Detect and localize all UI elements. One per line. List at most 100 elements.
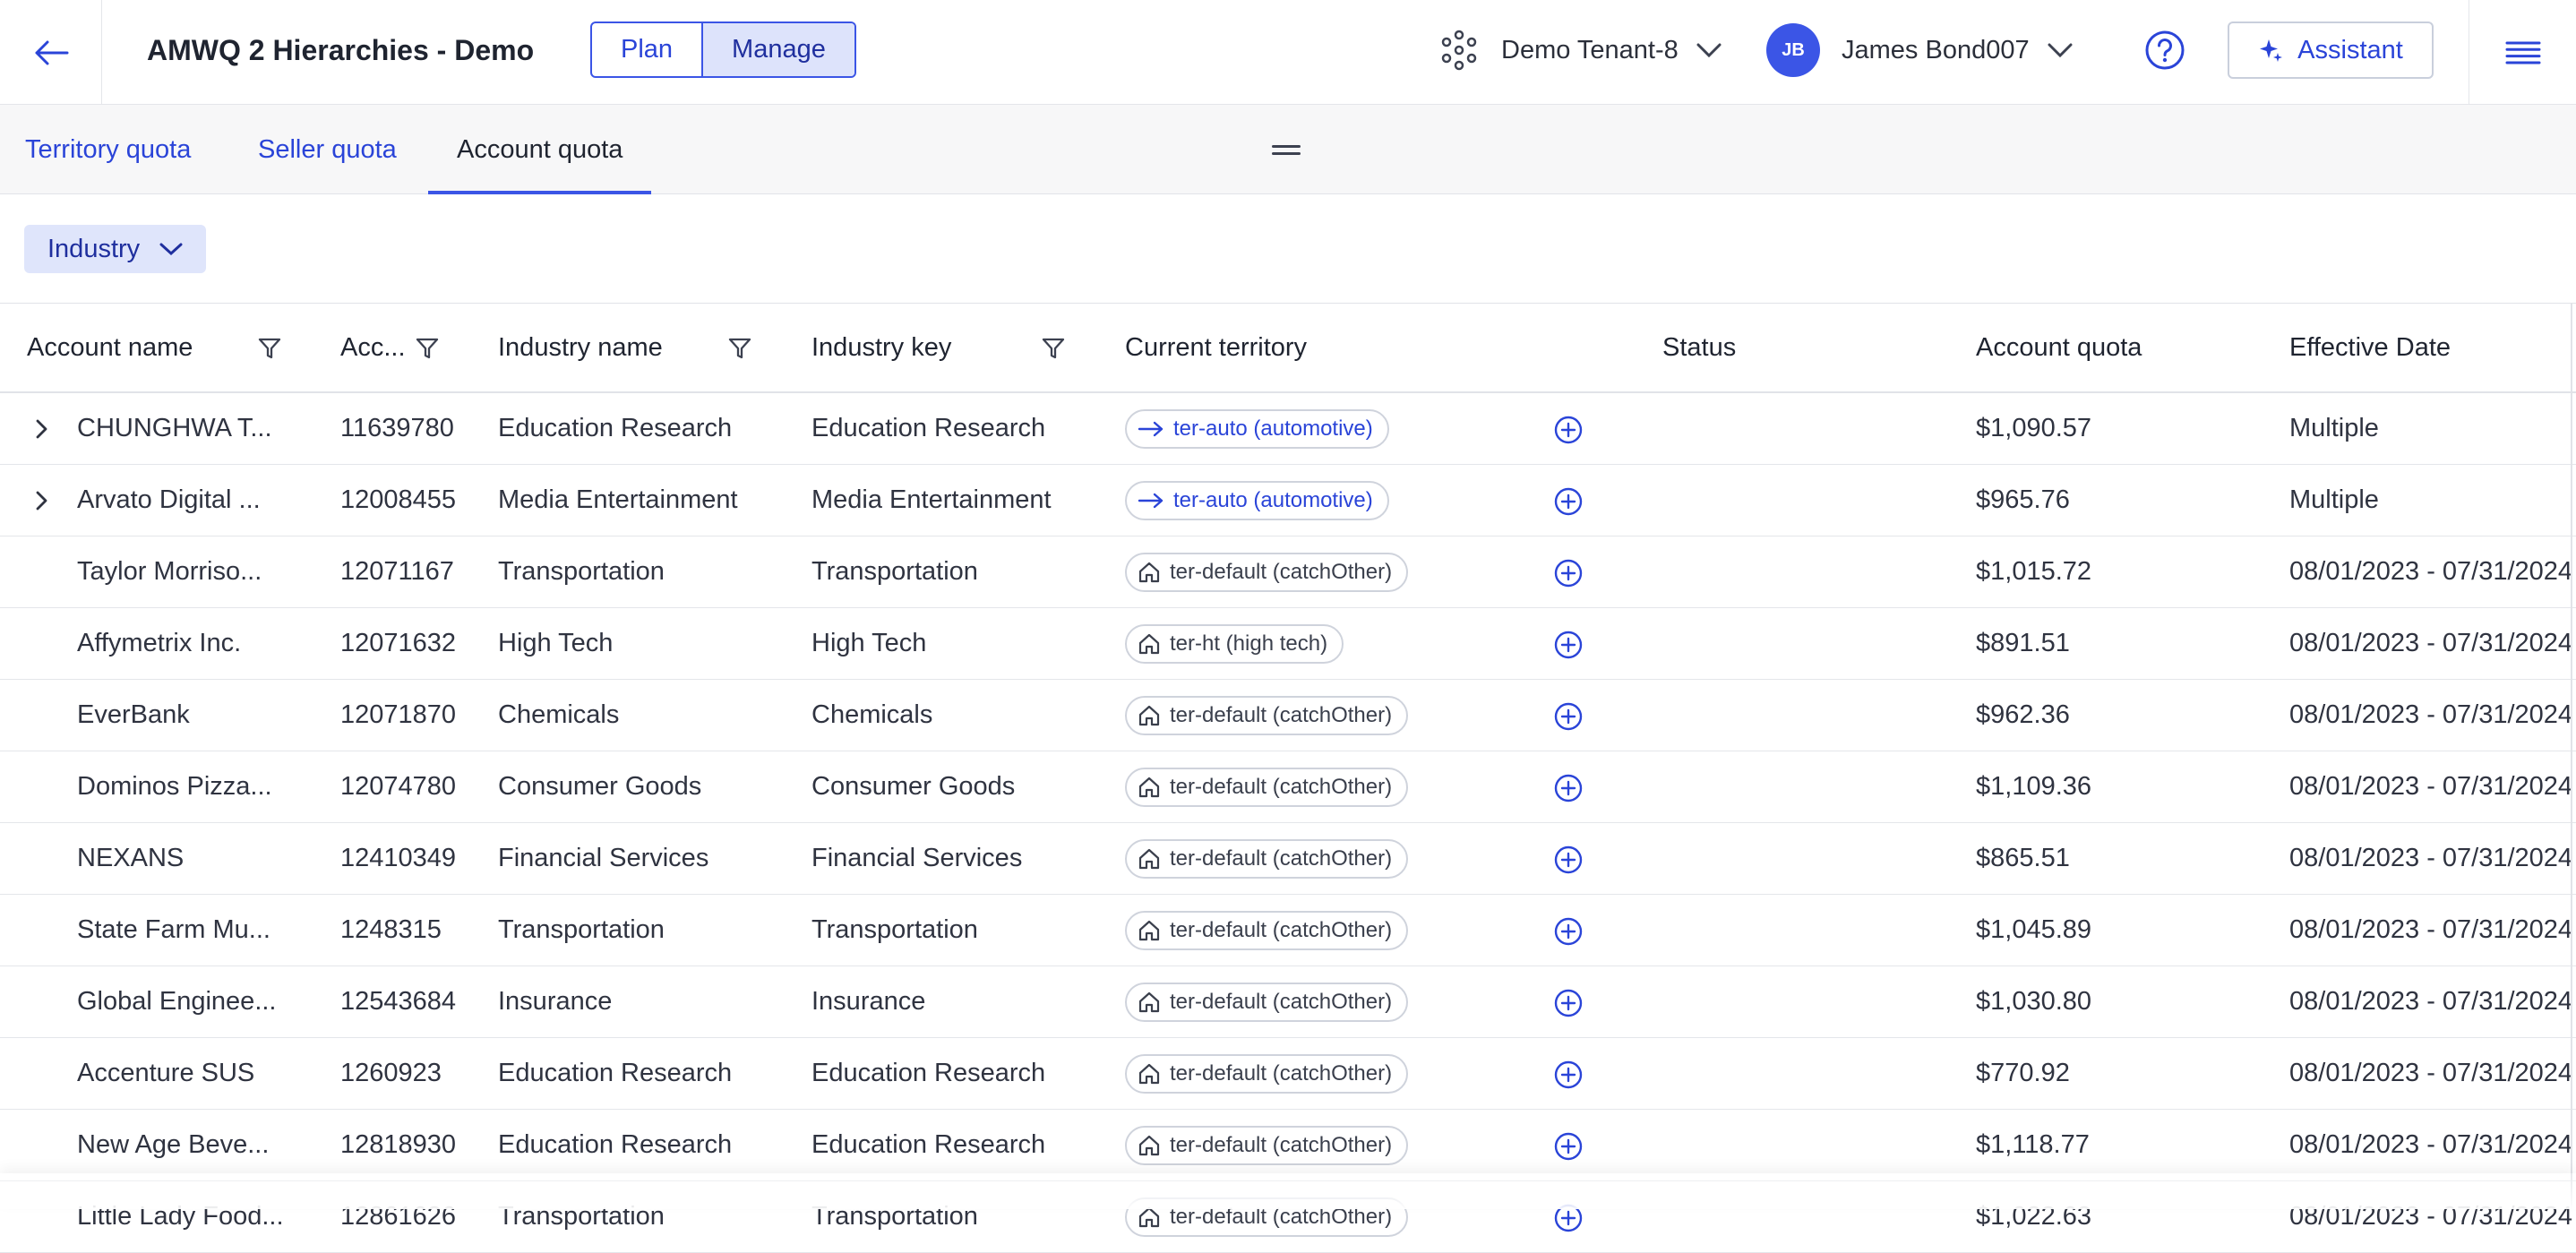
- resize-handle[interactable]: [1272, 145, 1301, 156]
- table-row[interactable]: New Age Beve... 12818930 Education Researc…: [0, 1110, 2576, 1181]
- territory-pill[interactable]: ter-default (catchOther): [1125, 768, 1409, 807]
- industry-key-cell: Media Entertainment: [811, 485, 1052, 514]
- arrow-right-icon: [1138, 421, 1163, 437]
- industry-name-cell: Education Research: [498, 1130, 733, 1159]
- table-row[interactable]: Arvato Digital ... 12008455 Media Entertai…: [0, 465, 2576, 536]
- industry-key-cell: Education Research: [811, 1059, 1046, 1087]
- table-right-border: [2571, 303, 2572, 1209]
- tab-territory-quota[interactable]: Territory quota: [25, 105, 191, 194]
- plan-mode-button[interactable]: Plan: [592, 23, 701, 76]
- table-row[interactable]: Global Enginee... 12543684 Insurance Insura…: [0, 966, 2576, 1038]
- filter-icon[interactable]: [258, 337, 281, 360]
- chevron-down-icon: [159, 243, 183, 256]
- industry-key-cell: Financial Services: [811, 844, 1023, 872]
- territory-label: ter-default (catchOther): [1170, 846, 1393, 871]
- territory-pill[interactable]: ter-default (catchOther): [1125, 839, 1409, 879]
- manage-mode-button[interactable]: Manage: [701, 23, 854, 76]
- column-header-status[interactable]: Status: [1662, 304, 1736, 391]
- column-header-account-name[interactable]: Account name: [27, 304, 193, 391]
- hamburger-menu-button[interactable]: [2469, 0, 2576, 105]
- add-territory-icon[interactable]: [1553, 415, 1584, 445]
- scroll-fade: [0, 1173, 2576, 1209]
- home-icon: [1138, 777, 1160, 798]
- filter-icon[interactable]: [1042, 337, 1065, 360]
- chevron-right-icon[interactable]: [29, 488, 54, 513]
- account-name-cell: Arvato Digital ...: [77, 485, 261, 514]
- add-territory-icon[interactable]: [1553, 1131, 1584, 1162]
- back-button[interactable]: [0, 0, 102, 105]
- add-territory-icon[interactable]: [1553, 773, 1584, 803]
- column-header-effective-date[interactable]: Effective Date: [2289, 304, 2451, 391]
- add-territory-icon[interactable]: [1553, 988, 1584, 1018]
- account-name-cell: State Farm Mu...: [77, 915, 270, 944]
- territory-pill[interactable]: ter-default (catchOther): [1125, 911, 1409, 950]
- account-name-cell: EverBank: [77, 700, 190, 729]
- filter-icon[interactable]: [416, 337, 439, 360]
- table-row[interactable]: Affymetrix Inc. 12071632 High Tech High Tec…: [0, 608, 2576, 680]
- table-row[interactable]: Taylor Morriso... 12071167 Transportation T…: [0, 536, 2576, 608]
- help-icon[interactable]: [2144, 30, 2185, 71]
- territory-pill[interactable]: ter-auto (automotive): [1125, 481, 1389, 520]
- chevron-down-icon: [2048, 43, 2073, 58]
- effective-date-cell: 08/01/2023 - 07/31/2024: [2289, 772, 2573, 801]
- account-quota-cell: $1,045.89: [1976, 915, 2092, 944]
- table-row[interactable]: EverBank 12071870 Chemicals Chemicals $962.3…: [0, 680, 2576, 751]
- column-header-account-id[interactable]: Acc...: [340, 304, 406, 391]
- industry-name-cell: Education Research: [498, 414, 733, 442]
- territory-pill[interactable]: ter-default (catchOther): [1125, 1054, 1409, 1094]
- column-header-industry-name[interactable]: Industry name: [498, 304, 663, 391]
- add-territory-icon[interactable]: [1553, 701, 1584, 732]
- chevron-right-icon[interactable]: [29, 416, 54, 442]
- territory-pill[interactable]: ter-default (catchOther): [1125, 1126, 1409, 1165]
- effective-date-cell: 08/01/2023 - 07/31/2024: [2289, 700, 2573, 729]
- home-icon: [1138, 633, 1160, 655]
- table-row[interactable]: Dominos Pizza... 12074780 Consumer Goods Co…: [0, 751, 2576, 823]
- table-row[interactable]: Accenture SUS 1260923 Education Research Ed…: [0, 1038, 2576, 1110]
- user-menu[interactable]: JB James Bond007: [1766, 0, 2073, 100]
- assistant-button[interactable]: Assistant: [2228, 21, 2434, 79]
- add-territory-icon[interactable]: [1553, 486, 1584, 517]
- account-name-cell: Taylor Morriso...: [77, 557, 262, 586]
- app-header: AMWQ 2 Hierarchies - Demo Plan Manage De…: [0, 0, 2576, 105]
- account-quota-cell: $962.36: [1976, 700, 2070, 729]
- column-header-account-quota[interactable]: Account quota: [1976, 304, 2142, 391]
- territory-pill[interactable]: ter-default (catchOther): [1125, 696, 1409, 735]
- table-row[interactable]: CHUNGHWA T... 11639780 Education Research E…: [0, 393, 2576, 465]
- industry-key-cell: Chemicals: [811, 700, 933, 729]
- add-territory-icon[interactable]: [1553, 845, 1584, 875]
- sparkle-icon: [2260, 39, 2283, 62]
- industry-name-cell: Consumer Goods: [498, 772, 702, 801]
- industry-key-cell: Education Research: [811, 414, 1046, 442]
- territory-pill[interactable]: ter-ht (high tech): [1125, 624, 1344, 664]
- add-territory-icon[interactable]: [1553, 558, 1584, 588]
- add-territory-icon[interactable]: [1553, 916, 1584, 947]
- home-icon: [1138, 705, 1160, 726]
- account-quota-cell: $770.92: [1976, 1059, 2070, 1087]
- industry-filter-chip[interactable]: Industry: [24, 225, 207, 273]
- effective-date-cell: 08/01/2023 - 07/31/2024: [2289, 1130, 2573, 1159]
- effective-date-cell: 08/01/2023 - 07/31/2024: [2289, 1059, 2573, 1087]
- tab-account-quota[interactable]: Account quota: [427, 105, 652, 194]
- territory-pill[interactable]: ter-default (catchOther): [1125, 553, 1409, 592]
- tenant-selector[interactable]: Demo Tenant-8: [1438, 0, 1722, 100]
- tenant-name: Demo Tenant-8: [1501, 35, 1679, 64]
- add-territory-icon[interactable]: [1553, 1060, 1584, 1090]
- table-row[interactable]: NEXANS 12410349 Financial Services Financia…: [0, 823, 2576, 895]
- territory-pill[interactable]: ter-auto (automotive): [1125, 409, 1389, 449]
- mode-toggle: Plan Manage: [590, 21, 856, 78]
- column-header-industry-key[interactable]: Industry key: [811, 304, 951, 391]
- tenant-dots-icon: [1441, 30, 1477, 71]
- industry-key-cell: Transportation: [811, 915, 978, 944]
- territory-pill[interactable]: ter-default (catchOther): [1125, 983, 1409, 1022]
- column-header-current-territory[interactable]: Current territory: [1125, 304, 1307, 391]
- home-icon: [1138, 562, 1160, 583]
- add-territory-icon[interactable]: [1553, 630, 1584, 660]
- industry-name-cell: Insurance: [498, 987, 613, 1016]
- tab-seller-quota[interactable]: Seller quota: [258, 105, 397, 194]
- page-title: AMWQ 2 Hierarchies - Demo: [147, 33, 535, 66]
- table-row[interactable]: State Farm Mu... 1248315 Transportation Tra…: [0, 895, 2576, 966]
- territory-label: ter-default (catchOther): [1170, 775, 1393, 799]
- account-quota-cell: $1,030.80: [1976, 987, 2092, 1016]
- account-id-cell: 12071632: [340, 629, 457, 657]
- filter-icon[interactable]: [728, 337, 751, 360]
